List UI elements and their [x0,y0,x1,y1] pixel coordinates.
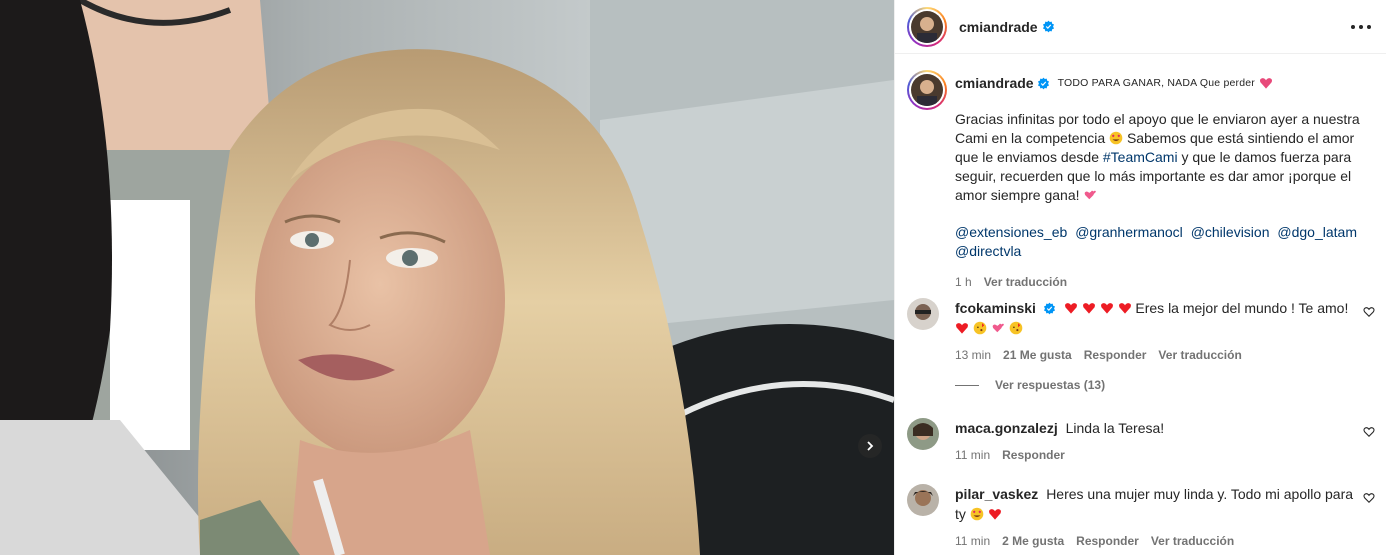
mention-link[interactable]: @directvla [955,243,1021,259]
heart-outline-icon[interactable] [1363,306,1375,318]
chevron-right-icon [867,441,874,451]
red-heart-emoji-icon [1100,303,1113,314]
comment-item: fcokaminski Eres la mejor del mundo ! Te… [907,298,1377,362]
more-options-icon [1351,25,1355,29]
comment-avatar[interactable] [907,484,939,516]
post-caption: cmiandrade TODO PARA GANAR, NADA Que per… [907,70,1377,291]
heart-outline-icon[interactable] [1363,426,1375,438]
two-hearts-emoji-icon [1085,190,1097,200]
caption-username[interactable]: cmiandrade [955,74,1034,92]
comment-text: Linda la Teresa! [1065,420,1165,436]
caption-tagline: TODO PARA GANAR, NADA Que perder [1057,77,1256,89]
comment-item: maca.gonzalezj Linda la Teresa! 11 min R… [907,418,1377,462]
comment-time[interactable]: 11 min [955,448,990,462]
post-side-panel: cmiandrade cmiandrade TODO PARA GANAR, N… [894,0,1386,555]
comment-username[interactable]: maca.gonzalezj [955,420,1058,436]
next-media-button[interactable] [858,434,882,458]
post-header: cmiandrade [895,0,1386,54]
heart-outline-icon[interactable] [1363,492,1375,504]
sparkling-heart-emoji-icon [1260,78,1273,89]
comment-text: Eres la mejor del mundo ! Te amo! [1135,300,1349,316]
heart-eyes-emoji-icon [970,507,984,521]
mention-link[interactable]: @extensiones_eb [955,224,1067,240]
post-photo [0,0,894,555]
caption-avatar[interactable] [911,74,943,106]
kiss-face-emoji-icon [973,321,987,335]
red-heart-emoji-icon [1082,303,1095,314]
two-hearts-emoji-icon [992,323,1004,333]
comment-time[interactable]: 11 min [955,534,990,548]
comment-body: pilar_vaskez Heres una mujer muy linda y… [955,484,1355,524]
translate-button[interactable]: Ver traducción [1151,534,1234,548]
caption-avatar-ring[interactable] [907,70,947,110]
comment-meta: 11 min 2 Me gusta Responder Ver traducci… [955,534,1377,548]
comment-body: maca.gonzalezj Linda la Teresa! [955,418,1355,438]
comment-body: fcokaminski Eres la mejor del mundo ! Te… [955,298,1355,338]
mention-link[interactable]: @dgo_latam [1277,224,1357,240]
comment-username[interactable]: fcokaminski [955,300,1036,316]
mention-link[interactable]: @chilevision [1191,224,1270,240]
red-heart-emoji-icon [956,323,968,334]
caption-translate-button[interactable]: Ver traducción [984,273,1067,291]
comment-avatar[interactable] [907,418,939,450]
comment-avatar[interactable] [907,298,939,330]
comment-likes[interactable]: 21 Me gusta [1003,348,1072,362]
more-options-button[interactable] [1351,20,1371,34]
comment-likes[interactable]: 2 Me gusta [1002,534,1064,548]
replies-divider [955,384,979,386]
mention-link[interactable]: @granhermanocl [1075,224,1183,240]
post-username[interactable]: cmiandrade [959,19,1038,35]
verified-badge-icon [1042,20,1054,33]
view-replies-label: Ver respuestas (13) [995,378,1106,392]
caption-meta: 1 h Ver traducción [955,273,1377,291]
instagram-post-view: cmiandrade cmiandrade TODO PARA GANAR, N… [0,0,1386,555]
verified-badge-icon [1043,302,1055,315]
kiss-face-emoji-icon [1009,321,1022,335]
red-heart-emoji-icon [1064,303,1077,314]
translate-button[interactable]: Ver traducción [1158,348,1241,362]
comment-meta: 11 min Responder [955,448,1377,462]
caption-hashtag-link[interactable]: #TeamCami [1103,149,1178,165]
comment-meta: 13 min 21 Me gusta Responder Ver traducc… [955,348,1377,362]
reply-button[interactable]: Responder [1076,534,1139,548]
verified-badge-icon [1037,77,1049,89]
heart-eyes-emoji-icon [1109,131,1123,145]
more-dot [1359,25,1363,29]
caption-text: Gracias infinitas por todo el apoyo que … [955,110,1375,205]
red-heart-emoji-icon [1118,303,1131,314]
red-heart-emoji-icon [988,509,1001,520]
story-ring[interactable] [907,6,947,47]
more-dot [1367,25,1371,29]
comment-item: pilar_vaskez Heres una mujer muy linda y… [907,484,1377,548]
avatar[interactable] [911,10,943,43]
post-time[interactable]: 1 h [955,273,972,291]
caption-mentions: @extensiones_eb @granhermanocl @chilevis… [955,223,1375,261]
reply-button[interactable]: Responder [1002,448,1065,462]
post-media[interactable] [0,0,894,555]
view-replies-button[interactable]: Ver respuestas (13) [955,378,1105,392]
comment-time[interactable]: 13 min [955,348,991,362]
comment-username[interactable]: pilar_vaskez [955,486,1038,502]
reply-button[interactable]: Responder [1084,348,1147,362]
